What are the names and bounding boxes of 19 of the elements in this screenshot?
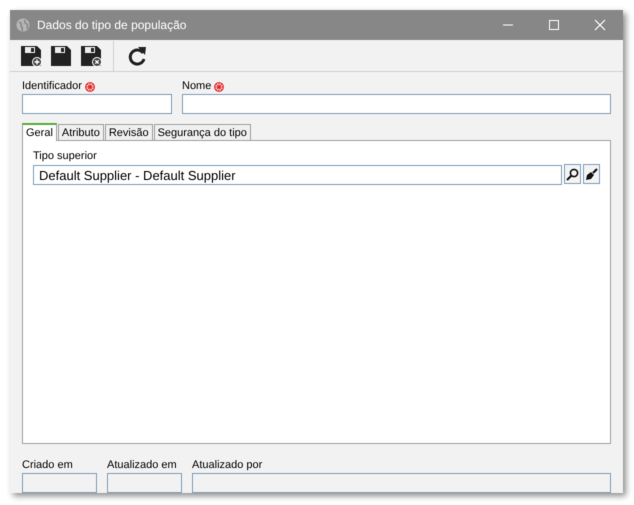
text-field[interactable]	[22, 94, 172, 114]
text-field[interactable]	[182, 94, 611, 114]
clear-button[interactable]	[583, 164, 600, 184]
field-label: Atualizado por	[192, 459, 264, 472]
maximize-icon	[548, 19, 560, 31]
field-label: Tipo superior	[33, 150, 98, 163]
field-label: Identificador	[22, 80, 82, 93]
globe-icon	[16, 18, 30, 32]
tab[interactable]: Atributo	[58, 124, 104, 140]
window-title: Dados do tipo de população	[37, 18, 186, 32]
tab[interactable]: Segurança do tipo	[154, 124, 251, 140]
field-label: Atualizado em	[107, 459, 178, 472]
search-button[interactable]	[564, 164, 581, 184]
close-icon	[594, 19, 606, 31]
field-label: Criado em	[22, 459, 74, 472]
tab[interactable]: Revisão	[104, 124, 153, 140]
field-label: Nome	[182, 80, 212, 93]
text-field[interactable]: Default Supplier - Default Supplier	[33, 165, 562, 185]
tab[interactable]: Geral	[22, 123, 57, 141]
